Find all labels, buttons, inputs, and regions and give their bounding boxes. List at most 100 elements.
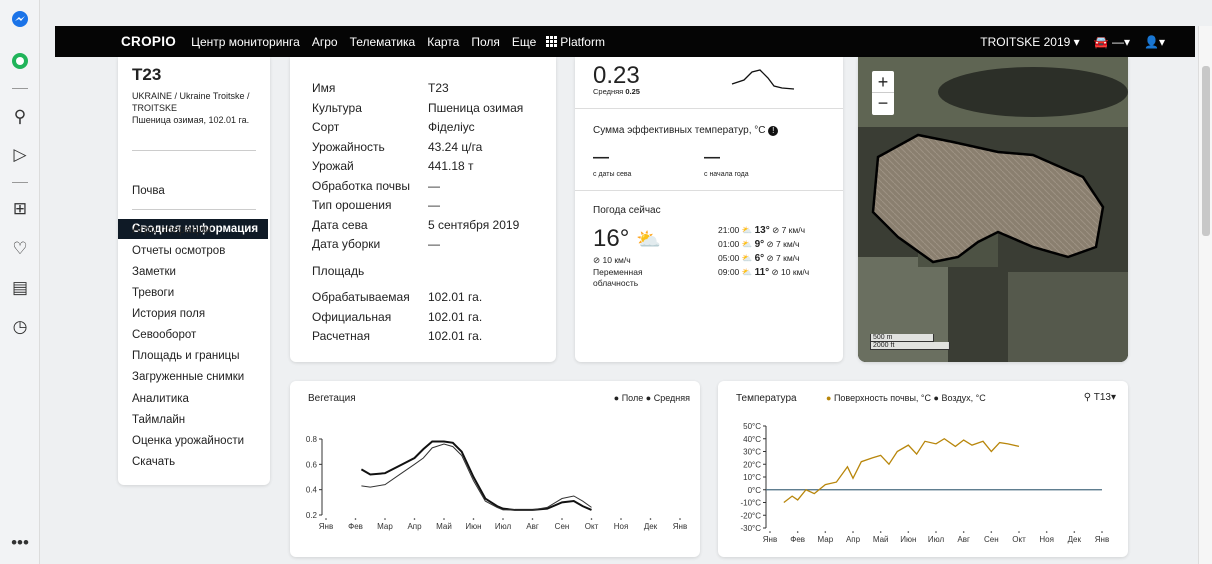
nav-monitoring[interactable]: Центр мониторинга bbox=[191, 35, 300, 49]
menu-item-analytics[interactable]: Аналитика bbox=[132, 393, 189, 405]
menu-item-rotation[interactable]: Севооборот bbox=[132, 329, 196, 341]
temperature-plot: 50°C40°C30°C20°C10°C0°C-10°C-20°C-30°CЯн… bbox=[740, 422, 1109, 544]
x-tick bbox=[384, 518, 386, 520]
nav-agro[interactable]: Агро bbox=[312, 35, 338, 49]
x-tick bbox=[679, 518, 681, 520]
forecast-row: 05:00 ⛅ 6° ⊘ 7 км/ч bbox=[718, 253, 799, 264]
clock-icon[interactable]: ◷ bbox=[7, 314, 33, 340]
menu-item-uploaded-images[interactable]: Загруженные снимки bbox=[132, 371, 244, 383]
y-tick-label: 40°C bbox=[743, 435, 761, 444]
x-tick bbox=[531, 518, 534, 520]
season-selector[interactable]: TROITSKE 2019 ▾ bbox=[980, 35, 1079, 49]
user-icon: 👤 bbox=[1144, 34, 1159, 49]
search-icon[interactable]: ⚲ bbox=[7, 104, 33, 130]
x-tick-label: Апр bbox=[846, 535, 861, 544]
menu-item-inspections[interactable]: Отчеты осмотров bbox=[132, 245, 225, 257]
ndvi-value: 0.23 bbox=[593, 62, 640, 89]
menu-item-timeline[interactable]: Таймлайн bbox=[132, 414, 185, 426]
send-icon[interactable]: ▷ bbox=[7, 142, 33, 168]
wind-icon: ⊘ bbox=[769, 225, 782, 235]
x-tick bbox=[413, 518, 416, 520]
x-tick bbox=[325, 518, 327, 520]
heart-icon[interactable]: ♡ bbox=[7, 236, 33, 262]
y-tick-label: 0°C bbox=[748, 486, 762, 495]
series-line bbox=[361, 443, 592, 511]
current-wind: ⊘ 10 км/ч bbox=[593, 255, 631, 266]
menu-item-notes[interactable]: Заметки bbox=[132, 266, 176, 278]
zoom-in-button[interactable]: + bbox=[872, 71, 894, 93]
x-tick bbox=[1073, 531, 1076, 533]
info-row-label: Сорт bbox=[312, 120, 340, 134]
apps-grid-icon[interactable]: ⊞ bbox=[7, 196, 33, 222]
x-tick bbox=[990, 531, 993, 533]
area-row-label: Обрабатываемая bbox=[312, 290, 410, 304]
nav-fields[interactable]: Поля bbox=[471, 35, 500, 49]
info-row-value: T23 bbox=[428, 81, 449, 95]
whatsapp-icon[interactable] bbox=[7, 48, 33, 74]
nav-more[interactable]: Еще bbox=[512, 35, 536, 49]
x-tick bbox=[907, 531, 910, 533]
notes-icon[interactable]: ▤ bbox=[7, 275, 33, 301]
menu-item-area-bounds[interactable]: Площадь и границы bbox=[132, 350, 240, 362]
rail-divider bbox=[12, 182, 28, 183]
info-icon[interactable]: ! bbox=[768, 126, 779, 136]
forecast-time: 21:00 bbox=[718, 225, 742, 235]
x-tick-label: Апр bbox=[407, 522, 422, 531]
zoom-controls: + − bbox=[872, 71, 894, 115]
nav-map[interactable]: Карта bbox=[427, 35, 459, 49]
more-icon[interactable]: ••• bbox=[7, 530, 33, 556]
x-tick-label: Окт bbox=[585, 522, 599, 531]
x-tick bbox=[354, 518, 357, 520]
partly-cloudy-icon: ⛅ bbox=[635, 229, 661, 251]
menu-item-history[interactable]: История поля bbox=[132, 308, 205, 320]
zoom-out-button[interactable]: − bbox=[872, 93, 894, 115]
vehicle-menu[interactable]: 🚘 —▾ bbox=[1094, 35, 1130, 49]
menu-item-agro-operations[interactable]: Агро операции bbox=[132, 224, 211, 236]
forecast-temp: 6° bbox=[754, 253, 765, 264]
info-row-label: Обработка почвы bbox=[312, 178, 411, 193]
y-tick-label: 10°C bbox=[743, 473, 761, 482]
field-stats-card: 0.23 Средняя 0.25 Сумма эффективных темп… bbox=[575, 57, 843, 362]
info-row-label: Культура bbox=[312, 100, 362, 115]
info-row-value: Фіделіус bbox=[428, 120, 475, 134]
vehicle-menu-label: —▾ bbox=[1111, 34, 1131, 49]
x-tick bbox=[852, 531, 854, 533]
scale-meters: 500 m bbox=[870, 334, 934, 342]
x-tick-label: Ноя bbox=[614, 522, 629, 531]
x-tick-label: Янв bbox=[673, 522, 687, 531]
ndvi-average-value: 0.25 bbox=[625, 87, 640, 96]
menu-item-alerts[interactable]: Тревоги bbox=[132, 287, 174, 299]
rail-divider bbox=[12, 88, 28, 89]
y-tick-label: 0.8 bbox=[306, 435, 318, 444]
menu-item-download[interactable]: Скачать bbox=[132, 456, 175, 468]
satellite-map[interactable] bbox=[858, 57, 1128, 362]
forecast-row: 01:00 ⛅ 9° ⊘ 7 км/ч bbox=[718, 239, 799, 250]
brand-logo[interactable]: CROPIO bbox=[121, 34, 176, 49]
field-info-card: Площадь Имя T23 Культура Пшеница озимая Сорт… bbox=[290, 57, 556, 362]
field-sidebar: T23 UKRAINE / Ukraine Troitske / TROITSK… bbox=[118, 57, 270, 485]
x-tick-label: Мар bbox=[818, 535, 834, 544]
x-tick bbox=[561, 518, 563, 520]
menu-item-yield-estimate[interactable]: Оценка урожайности bbox=[132, 435, 244, 447]
wind-icon: ⊘ bbox=[764, 253, 777, 263]
user-menu[interactable]: 👤▾ bbox=[1144, 35, 1165, 49]
forecast-time: 05:00 bbox=[718, 253, 742, 263]
messenger-icon[interactable] bbox=[7, 6, 33, 32]
platform-link[interactable]: Platform bbox=[546, 35, 605, 49]
x-tick-label: Авг bbox=[957, 535, 970, 544]
menu-item-soil[interactable]: Почва bbox=[132, 185, 165, 197]
forecast-wind: 7 км/ч bbox=[781, 225, 806, 235]
scale-feet: 2000 ft bbox=[870, 342, 950, 350]
x-tick-label: Июн bbox=[900, 535, 916, 544]
scrollbar-thumb[interactable] bbox=[1202, 66, 1210, 236]
x-tick bbox=[796, 531, 799, 533]
page-scrollbar[interactable] bbox=[1198, 26, 1212, 564]
forecast-temp: 13° bbox=[754, 225, 770, 236]
nav-telematics[interactable]: Телематика bbox=[350, 35, 416, 49]
x-tick-label: Июн bbox=[465, 522, 481, 531]
x-tick bbox=[935, 531, 937, 533]
weather-title: Погода сейчас bbox=[593, 205, 661, 216]
info-row-label: Урожайность bbox=[312, 139, 385, 154]
field-map[interactable]: + − 500 m 2000 ft bbox=[858, 57, 1128, 362]
field-location-path: UKRAINE / Ukraine Troitske / TROITSKE bbox=[132, 91, 250, 113]
